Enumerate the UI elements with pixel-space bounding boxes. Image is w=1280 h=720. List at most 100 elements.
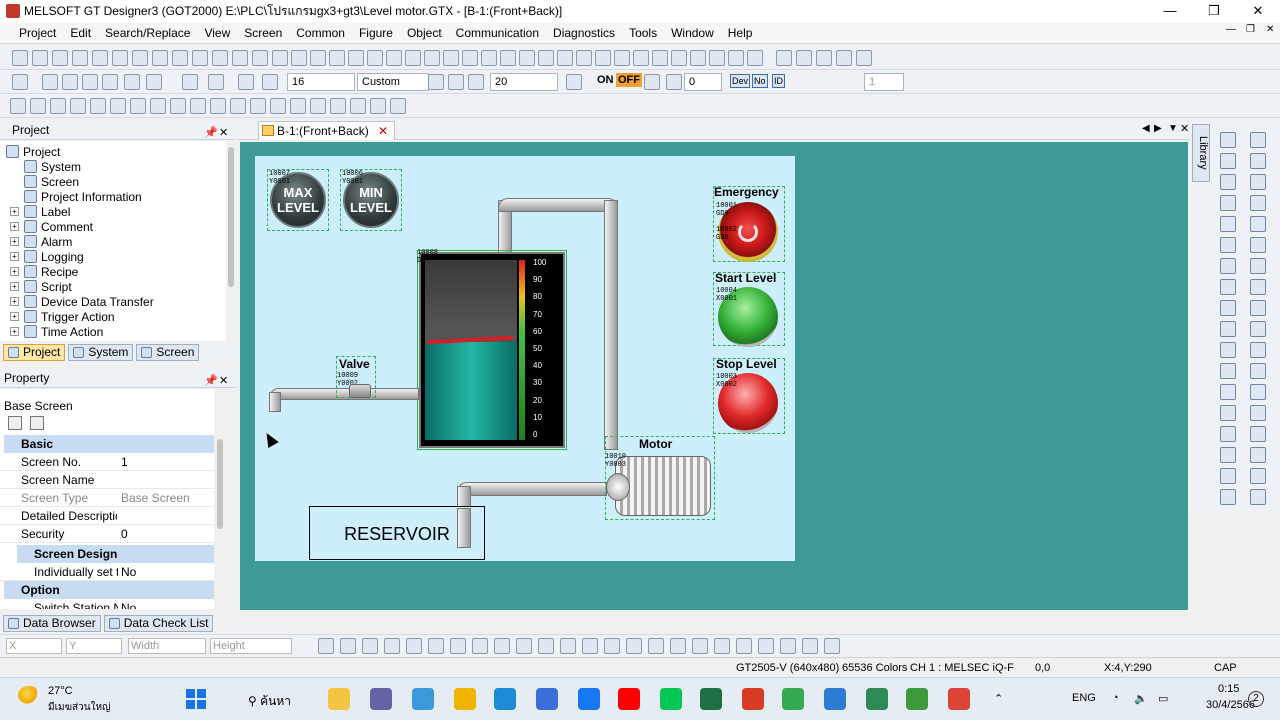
tab-list-icon[interactable]: ▼ bbox=[1168, 123, 1178, 134]
tree-scrollbar[interactable] bbox=[226, 141, 236, 341]
tab-project[interactable]: Project bbox=[3, 343, 66, 361]
capture-icon[interactable] bbox=[824, 688, 846, 710]
format-toolbar-icon-1[interactable] bbox=[318, 638, 334, 654]
format-toolbar-icon-10[interactable] bbox=[516, 638, 532, 654]
standard-toolbar-icon-40[interactable] bbox=[776, 50, 792, 66]
figure-toolbar-icon-2[interactable] bbox=[30, 98, 46, 114]
standard-toolbar-icon-20[interactable] bbox=[386, 50, 402, 66]
standard-toolbar-icon-5[interactable] bbox=[92, 50, 108, 66]
object-tool-icon-16[interactable] bbox=[1250, 447, 1266, 463]
tree-item-comment[interactable]: + Comment bbox=[10, 219, 93, 234]
expand-icon[interactable]: + bbox=[10, 297, 19, 306]
object-tool-icon-15[interactable] bbox=[1250, 426, 1266, 442]
format-toolbar-icon-11[interactable] bbox=[538, 638, 554, 654]
battery-icon[interactable]: ▭ bbox=[1158, 692, 1168, 705]
object-tool-icon-10[interactable] bbox=[1250, 321, 1266, 337]
view-toolbar-icon-15[interactable] bbox=[566, 74, 582, 90]
format-toolbar-icon-23[interactable] bbox=[802, 638, 818, 654]
facebook-icon[interactable] bbox=[578, 688, 600, 710]
view-toolbar-icon-17[interactable] bbox=[666, 74, 682, 90]
view-toolbar-icon-9[interactable] bbox=[208, 74, 224, 90]
id-display-button[interactable]: ID bbox=[772, 74, 785, 88]
standard-toolbar-icon-23[interactable] bbox=[443, 50, 459, 66]
hmi-screen[interactable]: MAX LEVEL 10007 Y0001 MIN LEVEL 10006 Y0001 … bbox=[255, 156, 795, 561]
alphabetical-view-icon[interactable] bbox=[30, 416, 44, 430]
pin-icon[interactable]: 📌 bbox=[204, 371, 218, 391]
object-tool-icon-17[interactable] bbox=[1250, 468, 1266, 484]
figure-toolbar-icon-17[interactable] bbox=[330, 98, 346, 114]
standard-toolbar-icon-3[interactable] bbox=[52, 50, 68, 66]
menu-tools[interactable]: Tools bbox=[622, 22, 664, 44]
chrome-icon[interactable] bbox=[782, 688, 804, 710]
figure-toolbar-icon-5[interactable] bbox=[90, 98, 106, 114]
property-scrollbar[interactable] bbox=[214, 389, 226, 609]
doc-restore-button[interactable]: ❐ bbox=[1246, 24, 1255, 35]
format-toolbar-icon-19[interactable] bbox=[714, 638, 730, 654]
notification-badge[interactable]: 2 bbox=[1248, 691, 1264, 707]
standard-toolbar-icon-25[interactable] bbox=[481, 50, 497, 66]
font-size-select[interactable]: 16 bbox=[287, 73, 355, 91]
format-toolbar-icon-18[interactable] bbox=[692, 638, 708, 654]
standard-toolbar-icon-2[interactable] bbox=[32, 50, 48, 66]
figure-tool-icon-12[interactable] bbox=[1220, 363, 1236, 379]
standard-toolbar-icon-8[interactable] bbox=[152, 50, 168, 66]
standard-toolbar-icon-26[interactable] bbox=[500, 50, 516, 66]
zoom-select[interactable]: Custom bbox=[357, 73, 429, 91]
object-tool-icon-7[interactable] bbox=[1250, 258, 1266, 274]
standard-toolbar-icon-33[interactable] bbox=[633, 50, 649, 66]
format-toolbar-icon-24[interactable] bbox=[824, 638, 840, 654]
standard-toolbar-icon-1[interactable] bbox=[12, 50, 28, 66]
standard-toolbar-icon-31[interactable] bbox=[595, 50, 611, 66]
standard-toolbar-icon-16[interactable] bbox=[310, 50, 326, 66]
tree-item-time-action[interactable]: + Time Action bbox=[10, 324, 103, 339]
format-toolbar-icon-20[interactable] bbox=[736, 638, 752, 654]
object-tool-icon-8[interactable] bbox=[1250, 279, 1266, 295]
tree-item-device-data-transfer[interactable]: + Device Data Transfer bbox=[10, 294, 154, 309]
menu-figure[interactable]: Figure bbox=[352, 22, 400, 44]
object-tool-icon-18[interactable] bbox=[1250, 489, 1266, 505]
width-input[interactable]: Width bbox=[128, 638, 206, 654]
figure-toolbar-icon-14[interactable] bbox=[270, 98, 286, 114]
view-toolbar-icon-16[interactable] bbox=[644, 74, 660, 90]
format-toolbar-icon-4[interactable] bbox=[384, 638, 400, 654]
expand-icon[interactable]: + bbox=[10, 207, 19, 216]
x-input[interactable]: X bbox=[6, 638, 62, 654]
object-tool-icon-4[interactable] bbox=[1250, 195, 1266, 211]
format-toolbar-icon-6[interactable] bbox=[428, 638, 444, 654]
standard-toolbar-icon-14[interactable] bbox=[272, 50, 288, 66]
standard-toolbar-icon-10[interactable] bbox=[192, 50, 208, 66]
view-toolbar-icon-13[interactable] bbox=[448, 74, 464, 90]
figure-tool-icon-15[interactable] bbox=[1220, 426, 1236, 442]
figure-tool-icon-1[interactable] bbox=[1220, 132, 1236, 148]
volume-icon[interactable]: 🔈 bbox=[1134, 692, 1148, 705]
maximize-button[interactable]: ❐ bbox=[1192, 0, 1236, 22]
expand-icon[interactable]: + bbox=[10, 267, 19, 276]
figure-toolbar-icon-12[interactable] bbox=[230, 98, 246, 114]
tab-scroll-left-icon[interactable]: ◀ bbox=[1142, 123, 1150, 134]
format-toolbar-icon-21[interactable] bbox=[758, 638, 774, 654]
view-toolbar-icon-4[interactable] bbox=[82, 74, 98, 90]
menu-diagnostics[interactable]: Diagnostics bbox=[546, 22, 622, 44]
object-tool-icon-6[interactable] bbox=[1250, 237, 1266, 253]
doc-close-button[interactable]: ✕ bbox=[1266, 24, 1274, 35]
standard-toolbar-icon-36[interactable] bbox=[690, 50, 706, 66]
standard-toolbar-icon-43[interactable] bbox=[836, 50, 852, 66]
figure-tool-icon-10[interactable] bbox=[1220, 321, 1236, 337]
view-toolbar-icon-5[interactable] bbox=[102, 74, 118, 90]
folder-icon[interactable] bbox=[454, 688, 476, 710]
standard-toolbar-icon-37[interactable] bbox=[709, 50, 725, 66]
menu-edit[interactable]: Edit bbox=[63, 22, 98, 44]
object-tool-icon-1[interactable] bbox=[1250, 132, 1266, 148]
photos-icon[interactable] bbox=[412, 688, 434, 710]
object-tool-icon-5[interactable] bbox=[1250, 216, 1266, 232]
tab-data-browser[interactable]: Data Browser bbox=[3, 614, 101, 632]
prop-row-screen-no[interactable]: Screen No. 1 bbox=[0, 453, 214, 471]
tree-item-logging[interactable]: + Logging bbox=[10, 249, 84, 264]
object-tool-icon-9[interactable] bbox=[1250, 300, 1266, 316]
view-toolbar-icon-11[interactable] bbox=[262, 74, 278, 90]
view-toolbar-icon-10[interactable] bbox=[238, 74, 254, 90]
view-toolbar-icon-12[interactable] bbox=[428, 74, 444, 90]
gx-works-icon[interactable] bbox=[906, 688, 928, 710]
standard-toolbar-icon-24[interactable] bbox=[462, 50, 478, 66]
format-toolbar-icon-2[interactable] bbox=[340, 638, 356, 654]
